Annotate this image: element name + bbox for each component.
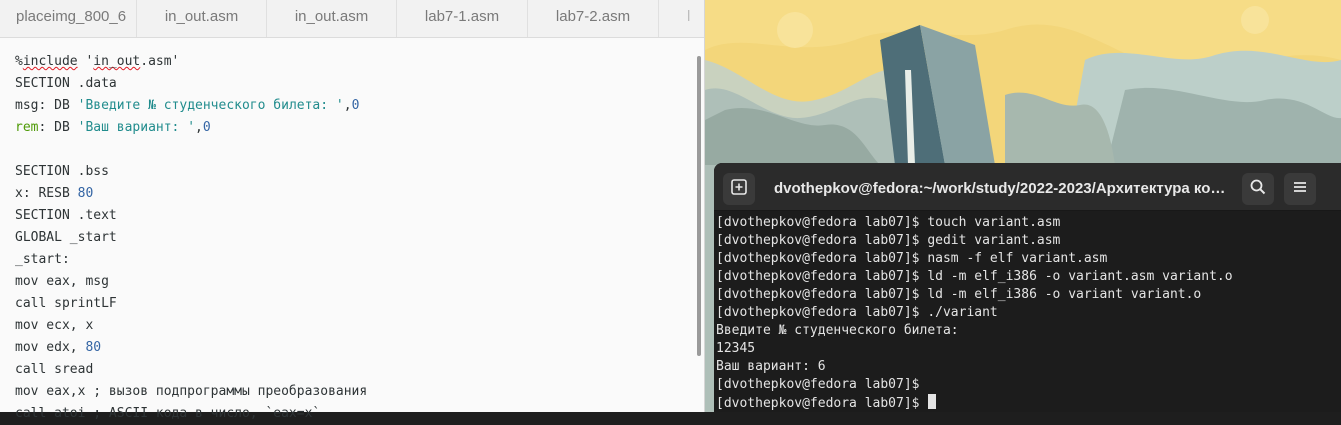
code-token: GLOBAL _start xyxy=(15,230,117,245)
tab-placeimg[interactable]: placeimg_800_6 xyxy=(0,0,137,37)
tab-overflow[interactable]: l xyxy=(659,0,704,37)
terminal-line-text: Введите № студенческого билета: xyxy=(716,323,959,338)
code-token: , xyxy=(195,120,203,135)
code-token: mov edx, xyxy=(15,340,86,355)
code-line: %include 'in_out.asm' xyxy=(15,51,367,73)
new-tab-icon xyxy=(730,178,748,200)
code-token: include xyxy=(22,54,78,69)
terminal-line-text: [dvothepkov@fedora lab07]$ xyxy=(716,377,928,392)
menu-button[interactable] xyxy=(1284,173,1316,205)
code-line: call sprintLF xyxy=(15,293,367,315)
hamburger-menu-icon xyxy=(1291,178,1309,200)
code-token: SECTION .bss xyxy=(15,164,109,179)
code-line: mov edx, 80 xyxy=(15,337,367,359)
terminal-line-text: [dvothepkov@fedora lab07]$ ld -m elf_i38… xyxy=(716,287,1202,302)
editor-scrollbar[interactable] xyxy=(697,56,701,356)
code-token: 'Введите № студенческого билета: ' xyxy=(77,98,344,113)
code-line: SECTION .bss xyxy=(15,161,367,183)
code-line: msg: DB 'Введите № студенческого билета:… xyxy=(15,95,367,117)
code-token: call atoi ; ASCII кода в число, `eax=x` xyxy=(15,406,321,421)
terminal-line-text: [dvothepkov@fedora lab07]$ touch variant… xyxy=(716,215,1061,230)
code-token: SECTION .data xyxy=(15,76,117,91)
code-token: 'Ваш вариант: ' xyxy=(77,120,196,135)
terminal-header-bar: dvothepkov@fedora:~/work/study/2022-2023… xyxy=(714,163,1341,211)
code-token: 0 xyxy=(202,120,211,135)
terminal-line: [dvothepkov@fedora lab07]$ gedit variant… xyxy=(716,232,1233,250)
code-token: mov eax, msg xyxy=(15,274,109,289)
code-line: mov eax,x ; вызов подпрограммы преобразо… xyxy=(15,381,367,403)
terminal-line: [dvothepkov@fedora lab07]$ xyxy=(716,376,1233,394)
code-token: rem xyxy=(15,120,39,135)
terminal-line: Введите № студенческого билета: xyxy=(716,322,1233,340)
code-token: 80 xyxy=(77,186,94,201)
tab-in-out-asm-2[interactable]: in_out.asm xyxy=(267,0,397,37)
code-editor-area[interactable]: %include 'in_out.asm' SECTION .data msg: D… xyxy=(15,51,367,425)
code-token: mov ecx, x xyxy=(15,318,94,333)
search-icon xyxy=(1249,178,1267,200)
terminal-line: [dvothepkov@fedora lab07]$ touch variant… xyxy=(716,214,1233,232)
code-token: msg: DB xyxy=(15,98,78,113)
code-line: mov ecx, x xyxy=(15,315,367,337)
terminal-line: 12345 xyxy=(716,340,1233,358)
terminal-line-text: Ваш вариант: 6 xyxy=(716,359,826,374)
search-button[interactable] xyxy=(1242,173,1274,205)
code-line: mov eax, msg xyxy=(15,271,367,293)
code-token: call sread xyxy=(15,362,94,377)
terminal-title: dvothepkov@fedora:~/work/study/2022-2023… xyxy=(774,180,1224,197)
code-line: x: RESB 80 xyxy=(15,183,367,205)
code-line: call atoi ; ASCII кода в число, `eax=x` xyxy=(15,403,367,425)
terminal-window: dvothepkov@fedora:~/work/study/2022-2023… xyxy=(714,163,1341,412)
code-token: .asm' xyxy=(140,54,180,69)
terminal-line-text: [dvothepkov@fedora lab07]$ ./variant xyxy=(716,305,998,320)
tab-lab7-1-asm[interactable]: lab7-1.asm xyxy=(397,0,528,37)
code-token: mov eax,x ; вызов подпрограммы преобразо… xyxy=(15,384,368,399)
code-token: call sprintLF xyxy=(15,296,117,311)
text-editor-window: placeimg_800_6 in_out.asm in_out.asm lab… xyxy=(0,0,705,421)
terminal-line-text: [dvothepkov@fedora lab07]$ gedit variant… xyxy=(716,233,1061,248)
code-line: _start: xyxy=(15,249,367,271)
code-line: rem: DB 'Ваш вариант: ',0 xyxy=(15,117,367,139)
code-line: call sread xyxy=(15,359,367,381)
terminal-line: [dvothepkov@fedora lab07]$ ld -m elf_i38… xyxy=(716,286,1233,304)
terminal-line: [dvothepkov@fedora lab07]$ xyxy=(716,394,1233,412)
code-token: _start: xyxy=(15,252,70,267)
code-line: SECTION .data xyxy=(15,73,367,95)
terminal-line: Ваш вариант: 6 xyxy=(716,358,1233,376)
code-line: GLOBAL _start xyxy=(15,227,367,249)
code-token: SECTION .text xyxy=(15,208,117,223)
terminal-line-text: 12345 xyxy=(716,341,756,356)
terminal-line: [dvothepkov@fedora lab07]$ ./variant xyxy=(716,304,1233,322)
code-token: in_out xyxy=(93,54,141,69)
editor-tab-bar: placeimg_800_6 in_out.asm in_out.asm lab… xyxy=(0,0,704,38)
terminal-line-text: [dvothepkov@fedora lab07]$ ld -m elf_i38… xyxy=(716,269,1233,284)
code-token: ' xyxy=(77,54,94,69)
terminal-cursor xyxy=(928,394,937,409)
tab-lab7-2-asm[interactable]: lab7-2.asm xyxy=(528,0,659,37)
terminal-output[interactable]: [dvothepkov@fedora lab07]$ touch variant… xyxy=(716,214,1233,412)
tab-in-out-asm-1[interactable]: in_out.asm xyxy=(137,0,267,37)
code-token: 0 xyxy=(351,98,360,113)
terminal-line-text: [dvothepkov@fedora lab07]$ xyxy=(716,396,928,411)
new-tab-button[interactable] xyxy=(723,173,755,205)
code-token: : DB xyxy=(38,120,78,135)
terminal-line: [dvothepkov@fedora lab07]$ nasm -f elf v… xyxy=(716,250,1233,268)
code-token: , xyxy=(343,98,352,113)
code-token: % xyxy=(15,54,23,69)
code-token: x: RESB xyxy=(15,186,78,201)
code-token: 80 xyxy=(85,340,102,355)
code-line: SECTION .text xyxy=(15,205,367,227)
terminal-line: [dvothepkov@fedora lab07]$ ld -m elf_i38… xyxy=(716,268,1233,286)
terminal-line-text: [dvothepkov@fedora lab07]$ nasm -f elf v… xyxy=(716,251,1108,266)
